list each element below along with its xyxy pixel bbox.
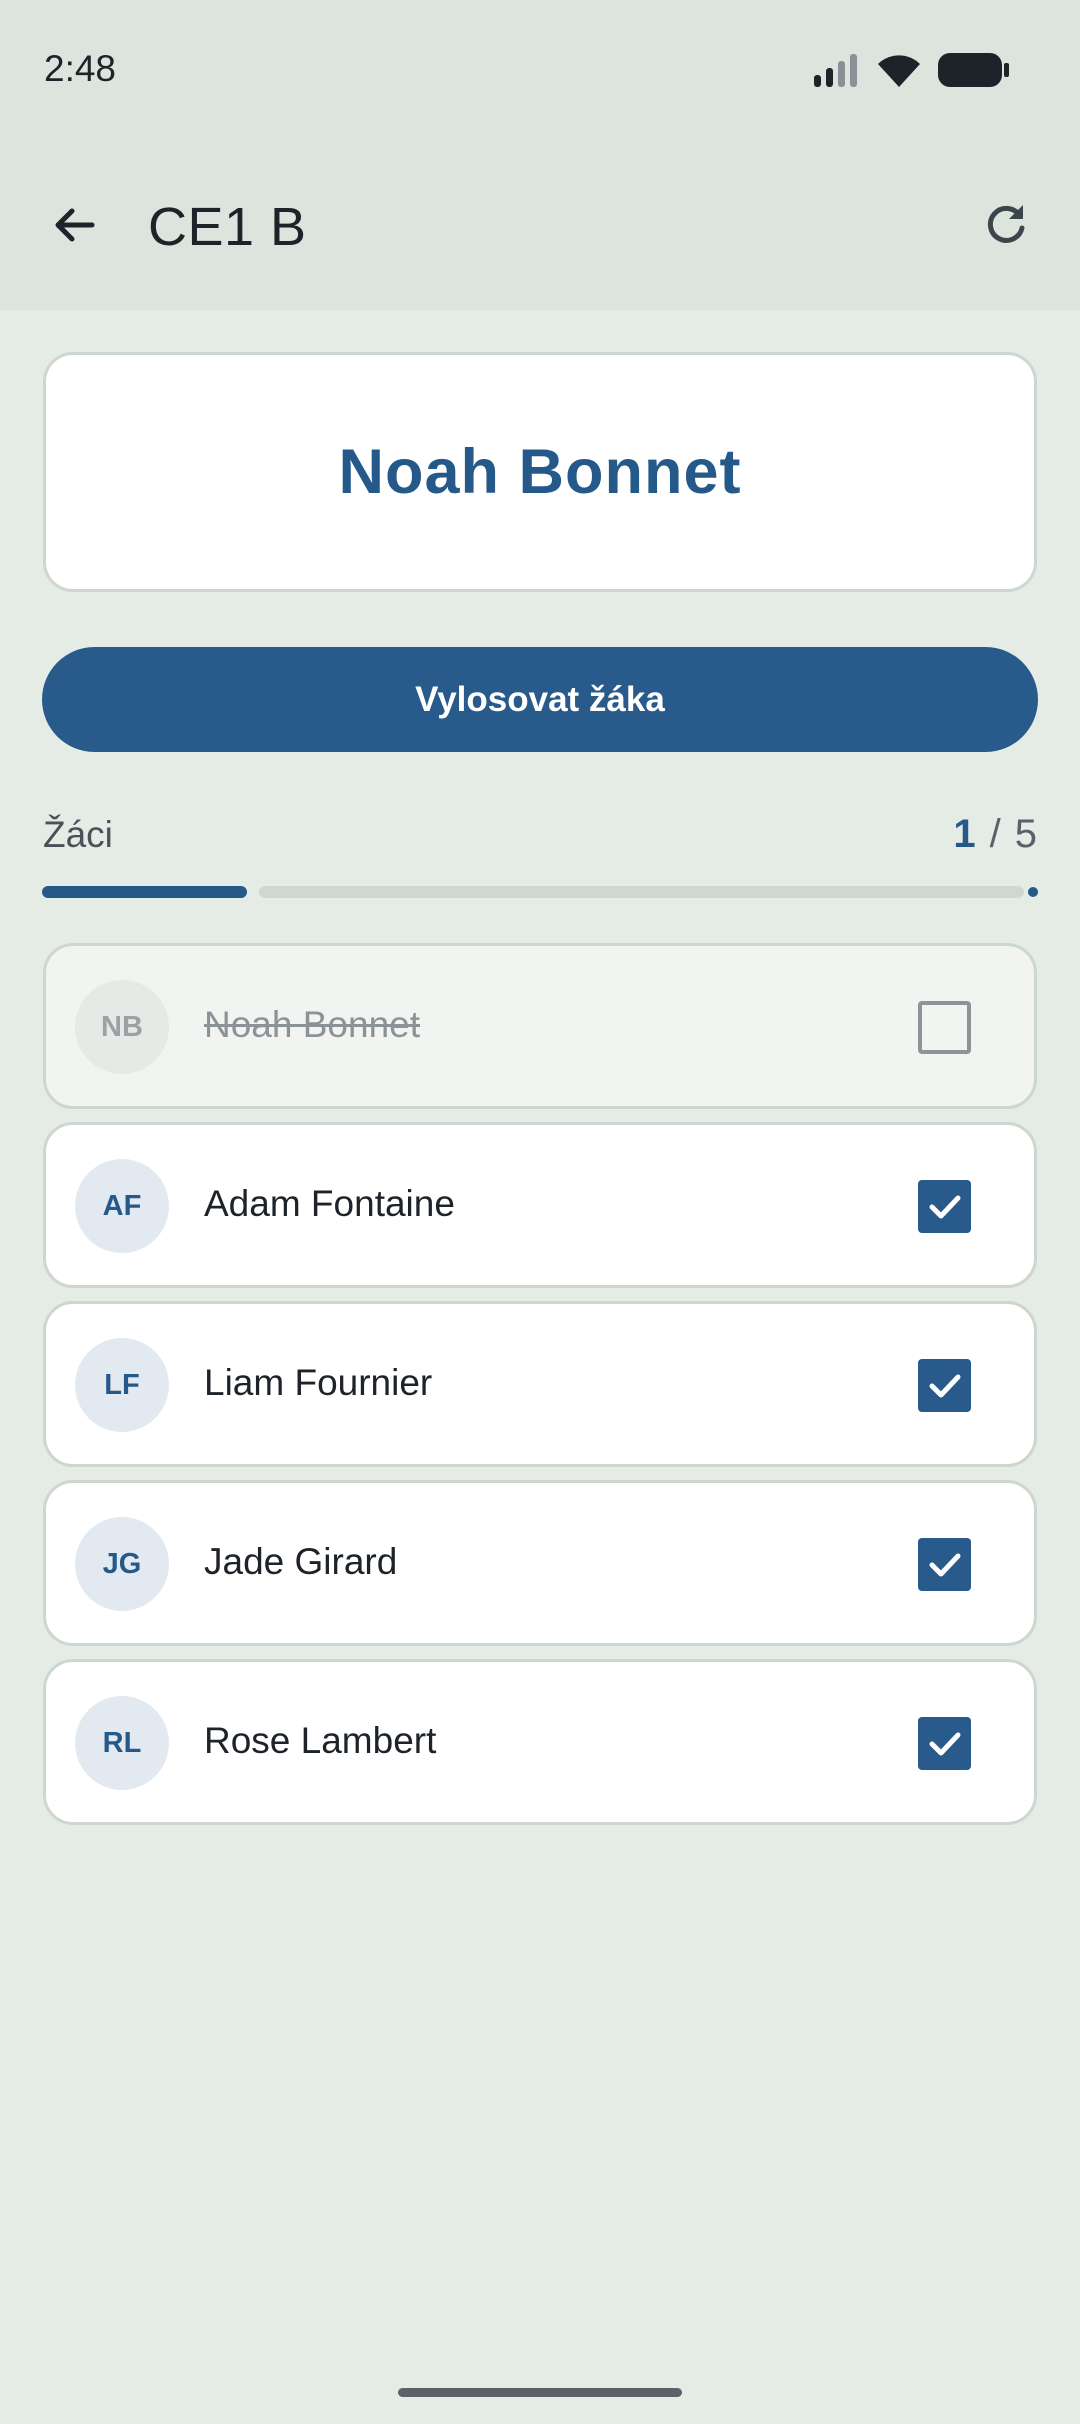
arrow-back-icon (55, 208, 95, 242)
status-bar: 2:48 (0, 0, 1080, 140)
progress-track (259, 886, 1024, 898)
student-row[interactable]: RL Rose Lambert (43, 1659, 1037, 1825)
page-title: CE1 B (148, 197, 307, 257)
student-checkbox[interactable] (918, 1359, 971, 1412)
student-row[interactable]: LF Liam Fournier (43, 1301, 1037, 1467)
status-time: 2:48 (44, 48, 117, 89)
student-name: Rose Lambert (204, 1720, 437, 1761)
progress-fill (42, 886, 247, 898)
avatar: RL (75, 1696, 169, 1790)
student-checkbox[interactable] (918, 1717, 971, 1770)
back-button[interactable] (30, 181, 118, 269)
students-label: Žáci (43, 814, 113, 855)
wifi-icon (878, 55, 920, 87)
student-row[interactable]: NB Noah Bonnet (43, 943, 1037, 1109)
avatar: AF (75, 1159, 169, 1253)
drawn-student-name: Noah Bonnet (338, 437, 742, 507)
count-total: 5 (1014, 812, 1037, 856)
check-icon (929, 1553, 960, 1576)
student-checkbox[interactable] (918, 1538, 971, 1591)
student-name: Liam Fournier (204, 1362, 433, 1403)
check-icon (929, 1732, 960, 1755)
status-icons (812, 50, 1010, 90)
student-row[interactable]: AF Adam Fontaine (43, 1122, 1037, 1288)
progress-end-dot (1028, 887, 1038, 897)
student-checkbox[interactable] (918, 1180, 971, 1233)
draw-counter: 1 / 5 (953, 812, 1037, 857)
student-list: NB Noah Bonnet AF Adam Fontaine LF Liam Fourn… (43, 943, 1037, 1838)
refresh-button[interactable] (962, 181, 1050, 269)
avatar: JG (75, 1517, 169, 1611)
draw-progress-bar (42, 886, 1038, 898)
student-name: Noah Bonnet (204, 1004, 421, 1045)
check-icon (929, 1195, 960, 1218)
draw-student-button[interactable]: Vylosovat žáka (42, 647, 1038, 752)
home-indicator[interactable] (398, 2388, 682, 2397)
student-checkbox[interactable] (918, 1001, 971, 1054)
signal-icon (814, 54, 857, 87)
student-name: Adam Fontaine (204, 1183, 455, 1224)
count-current: 1 (953, 812, 976, 856)
student-row[interactable]: JG Jade Girard (43, 1480, 1037, 1646)
battery-icon (938, 53, 1009, 87)
avatar: LF (75, 1338, 169, 1432)
drawn-student-card: Noah Bonnet (43, 352, 1037, 592)
avatar: NB (75, 980, 169, 1074)
refresh-icon (987, 205, 1025, 243)
student-name: Jade Girard (204, 1541, 398, 1582)
app-bar: CE1 B (0, 140, 1080, 310)
count-separator: / (989, 812, 1001, 856)
check-icon (929, 1374, 960, 1397)
